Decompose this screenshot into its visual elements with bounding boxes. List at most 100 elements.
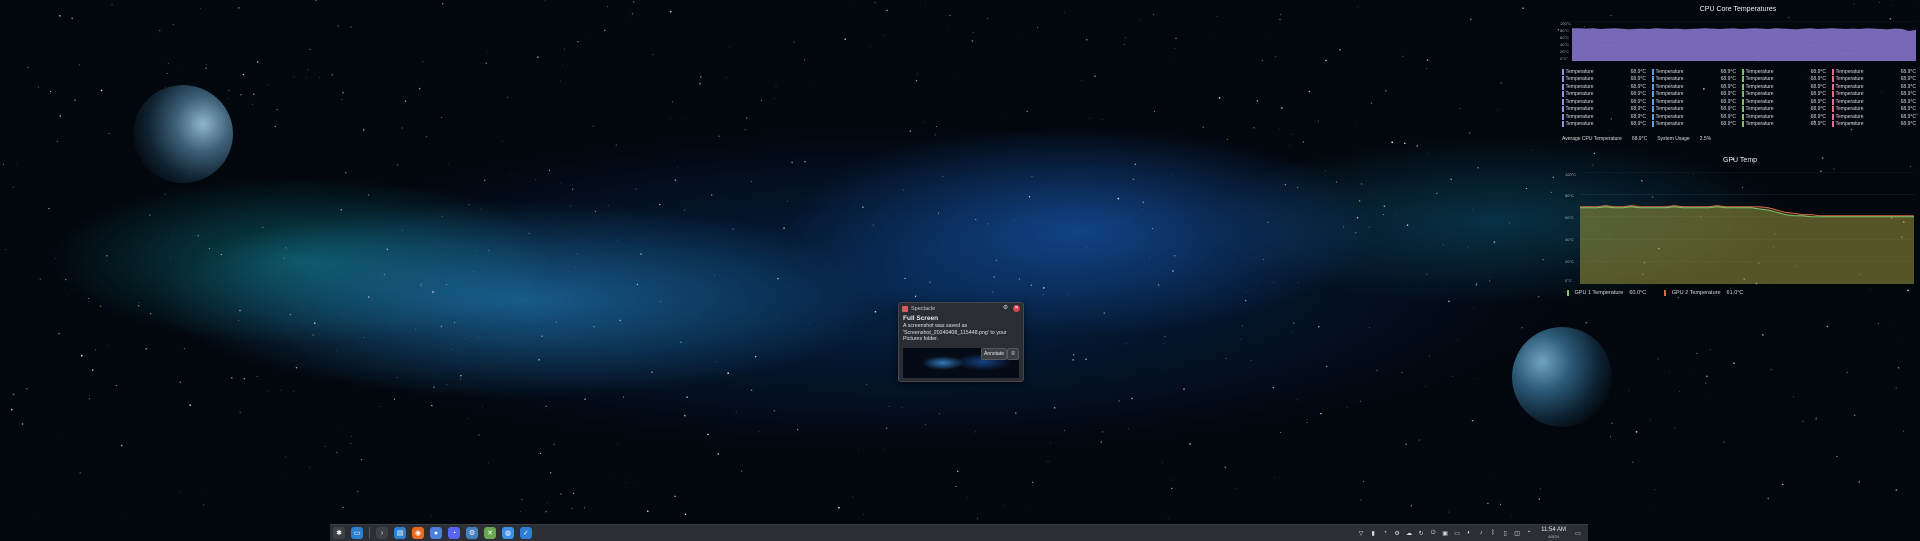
star — [774, 98, 775, 99]
file-manager-pinned-icon[interactable]: ▭ — [351, 527, 363, 539]
vpn-icon[interactable]: ▽ — [1357, 529, 1366, 538]
star — [925, 5, 926, 6]
clipboard-icon[interactable]: ▣ — [1441, 529, 1450, 538]
battery-icon[interactable]: ▯ — [1501, 529, 1510, 538]
star — [1473, 308, 1474, 309]
tasks-icon[interactable]: ✓ — [520, 527, 532, 539]
power-icon[interactable]: ⏻ — [1429, 529, 1438, 538]
application-launcher-icon[interactable]: ✱ — [333, 527, 345, 539]
star — [670, 11, 672, 13]
star — [454, 322, 455, 323]
firefox-icon[interactable]: ◉ — [412, 527, 424, 539]
close-icon[interactable]: ✕ — [1013, 305, 1020, 312]
volume-icon[interactable]: ♪ — [1477, 529, 1486, 538]
cpu-temp-label-text: Temperature — [1836, 106, 1864, 112]
terminal-icon[interactable]: › — [376, 527, 388, 539]
star — [1402, 372, 1403, 373]
star — [870, 46, 871, 47]
star — [699, 83, 701, 85]
star — [253, 93, 255, 95]
star — [635, 188, 637, 190]
configure-icon[interactable]: ⚙ — [1002, 305, 1009, 312]
cpu-temp-label: Temperature — [1742, 91, 1774, 97]
star — [1671, 142, 1672, 143]
cpu-temp-swatch — [1652, 114, 1654, 120]
network-icon[interactable]: ◫ — [1513, 529, 1522, 538]
discord-tray-icon[interactable]: ◔ — [1381, 529, 1390, 538]
star — [560, 183, 561, 184]
star — [1049, 242, 1050, 243]
clock-time: 11:54 AM — [1541, 527, 1566, 534]
digital-clock[interactable]: 11:54 AM 4/8/24 — [1541, 527, 1566, 539]
bluetooth-icon[interactable]: ᛒ — [1489, 529, 1498, 538]
star — [616, 145, 617, 146]
disk-icon[interactable]: ◐ — [1465, 529, 1474, 538]
cpu-temp-swatch — [1652, 76, 1654, 82]
cpu-temp-swatch — [1832, 121, 1834, 127]
notification-body-line: A screenshot was saved as — [903, 323, 1019, 330]
chromium-icon[interactable]: ● — [430, 527, 442, 539]
star — [1014, 219, 1015, 220]
star — [858, 449, 859, 450]
cpu-temp-value: 68.9°C — [1631, 106, 1646, 112]
star — [866, 384, 867, 385]
star — [1526, 188, 1527, 189]
star — [841, 277, 842, 278]
annotate-button[interactable]: Annotate — [981, 348, 1007, 360]
star — [1219, 97, 1221, 99]
cpu-temp-value: 68.9°C — [1721, 84, 1736, 90]
star — [268, 390, 269, 391]
star — [1245, 300, 1247, 302]
cpu-temp-swatch — [1652, 91, 1654, 97]
display-icon[interactable]: ▭ — [1453, 529, 1462, 538]
star — [92, 369, 93, 370]
star — [290, 314, 291, 315]
star — [1585, 322, 1587, 324]
star — [482, 406, 483, 407]
steam-tray-icon[interactable]: ⚙ — [1393, 529, 1402, 538]
sync-icon[interactable]: ↻ — [1417, 529, 1426, 538]
screenshot-notification[interactable]: Spectacle ⚙ ✕ Full Screen A screenshot w… — [898, 302, 1024, 382]
cpu-temp-value: 68.9°C — [1721, 106, 1736, 112]
hamburger-icon[interactable]: ≡ — [1007, 348, 1019, 360]
star — [1650, 419, 1651, 420]
star — [345, 172, 346, 173]
star — [1291, 134, 1292, 135]
star — [81, 355, 83, 357]
star — [1369, 327, 1370, 328]
star — [441, 432, 442, 433]
star — [1215, 33, 1216, 34]
star — [1309, 91, 1310, 92]
star — [1023, 36, 1024, 37]
star — [1793, 396, 1794, 397]
star — [206, 64, 207, 65]
cpu-temp-label-text: Temperature — [1746, 121, 1774, 127]
star — [939, 413, 940, 414]
star — [545, 406, 546, 407]
cloud-icon[interactable]: ☁ — [1405, 529, 1414, 538]
discord-icon[interactable]: ◔ — [448, 527, 460, 539]
star — [1451, 179, 1452, 180]
cpu-temp-swatch — [1562, 99, 1564, 105]
star — [733, 229, 734, 230]
star — [64, 288, 65, 289]
show-desktop-icon[interactable]: ▭ — [1574, 529, 1583, 538]
star — [541, 336, 542, 337]
star — [89, 398, 90, 399]
tray-icons: ▽▮◔⚙☁↻⏻▣▭◐♪ᛒ▯◫⌃ — [1355, 529, 1535, 538]
star — [350, 443, 351, 444]
cpu-temp-label: Temperature — [1562, 84, 1594, 90]
dolphin-icon[interactable]: ▤ — [394, 527, 406, 539]
star — [1385, 90, 1387, 92]
star — [363, 337, 364, 338]
cpu-temp-row: Temperature68.9°C — [1742, 106, 1826, 113]
cpu-temp-label-text: Temperature — [1566, 76, 1594, 82]
star — [313, 334, 314, 335]
steam-icon[interactable]: ⚙ — [466, 527, 478, 539]
kdeconnect-icon[interactable]: ▮ — [1369, 529, 1378, 538]
star — [240, 94, 242, 96]
messenger-icon[interactable]: ◍ — [502, 527, 514, 539]
xbox-icon[interactable]: ✕ — [484, 527, 496, 539]
cpu-temp-label: Temperature — [1832, 114, 1864, 120]
expand-tray-icon[interactable]: ⌃ — [1525, 529, 1534, 538]
